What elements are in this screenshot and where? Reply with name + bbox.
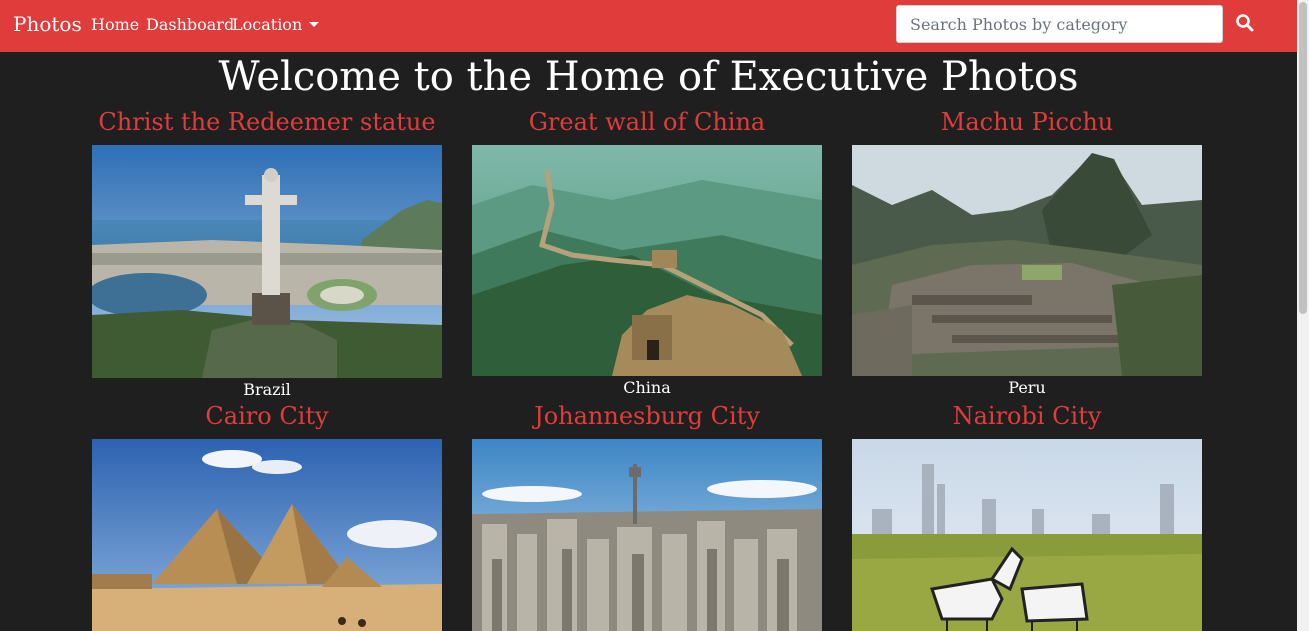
caret-down-icon (309, 22, 320, 27)
photo-great-wall[interactable] (472, 145, 822, 376)
search-icon (1236, 13, 1254, 31)
nav-dashboard-link[interactable]: Dashboard (146, 15, 234, 34)
navbar: Photos Home Dashboard Location (0, 0, 1297, 52)
scrollbar[interactable] (1297, 0, 1309, 631)
scrollbar-thumb[interactable] (1299, 2, 1307, 314)
search-button[interactable] (1232, 10, 1258, 38)
photo-machu-picchu[interactable] (852, 145, 1202, 376)
photo-nairobi[interactable] (852, 439, 1202, 631)
photo-title: Great wall of China (528, 108, 766, 136)
photo-johannesburg[interactable] (472, 439, 822, 631)
photo-title: Cairo City (205, 402, 329, 430)
photo-caption: Brazil (243, 380, 291, 399)
search-input[interactable] (896, 5, 1223, 43)
photo-caption: Peru (1008, 378, 1046, 397)
photo-title: Machu Picchu (940, 108, 1114, 136)
photo-title: Nairobi City (952, 402, 1102, 430)
photo-caption: China (623, 378, 671, 397)
brand-link[interactable]: Photos (13, 12, 82, 36)
page-title: Welcome to the Home of Executive Photos (218, 54, 1079, 100)
photo-title: Christ the Redeemer statue (98, 108, 436, 136)
nav-home-link[interactable]: Home (91, 15, 139, 34)
nav-location-dropdown[interactable]: Location (232, 15, 320, 34)
photo-christ-redeemer[interactable] (92, 145, 442, 378)
photo-cairo-pyramids[interactable] (92, 439, 442, 631)
location-label: Location (232, 15, 303, 34)
photo-title: Johannesburg City (534, 402, 760, 430)
